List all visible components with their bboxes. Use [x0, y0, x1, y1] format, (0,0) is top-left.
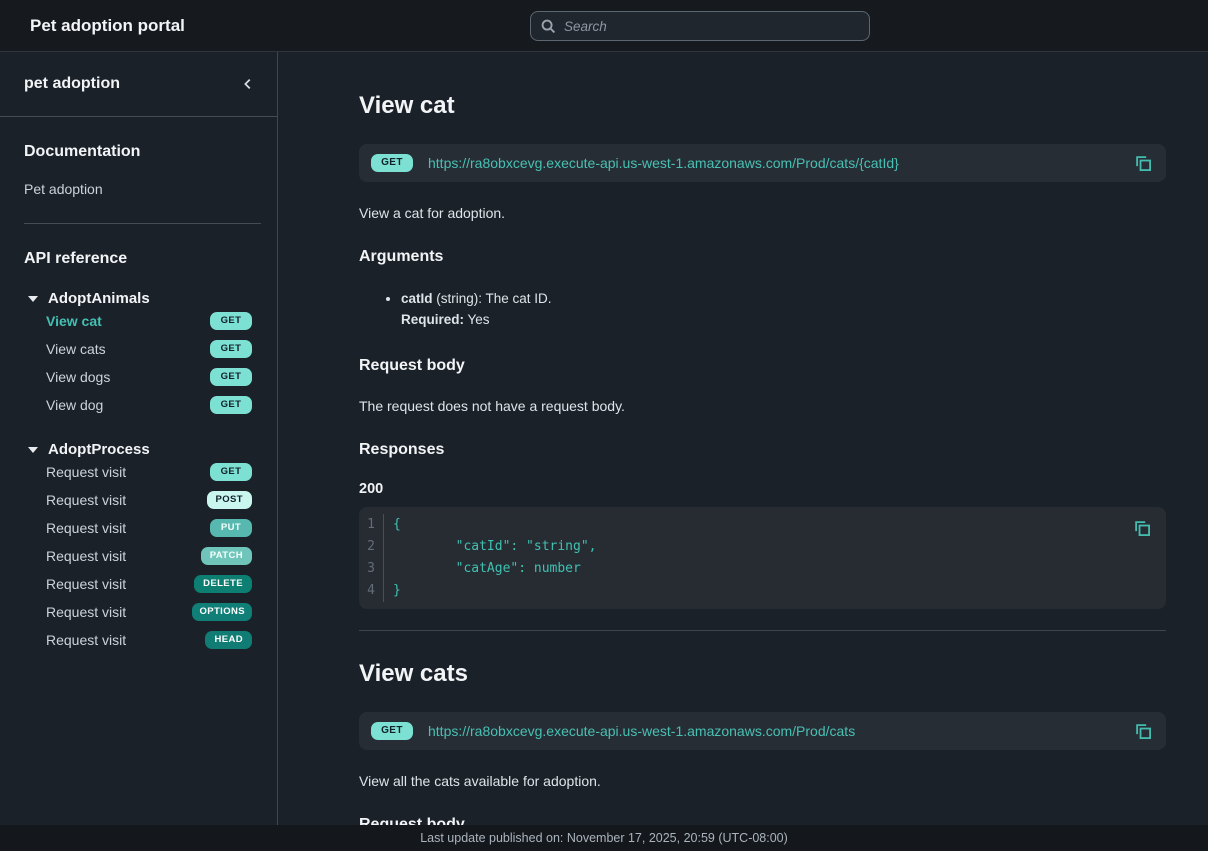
method-badge-delete: DELETE [194, 575, 252, 593]
line-number: 2 [365, 536, 375, 558]
arguments-heading: Arguments [359, 248, 1166, 266]
line-number: 3 [365, 558, 375, 580]
sidebar-item-view-cats[interactable]: View cats GET [46, 335, 252, 363]
sidebar-item-request-visit-get[interactable]: Request visit GET [46, 458, 252, 486]
method-badge-options: OPTIONS [192, 603, 252, 621]
sidebar-item-request-visit-delete[interactable]: Request visit DELETE [46, 570, 252, 598]
code-line: { [393, 514, 597, 536]
nav-item-label[interactable]: Request visit [46, 576, 126, 592]
code-line-numbers: 1 2 3 4 [359, 514, 384, 602]
arguments-list: catId (string): The cat ID. Required: Ye… [401, 288, 1166, 330]
section-title-view-cats: View cats [359, 660, 1166, 688]
search-icon [541, 19, 556, 34]
method-badge-head: HEAD [205, 631, 252, 649]
sidebar-item-view-cat[interactable]: View cat GET [46, 307, 252, 335]
method-badge-patch: PATCH [201, 547, 252, 565]
search-input[interactable] [564, 19, 859, 34]
request-body-heading: Request body [359, 357, 1166, 375]
method-badge-get: GET [371, 154, 413, 172]
copy-icon[interactable] [1134, 520, 1151, 537]
collapse-panel-icon[interactable] [241, 76, 255, 92]
nav-item-label[interactable]: Request visit [46, 604, 126, 620]
main-content: View cat GET https://ra8obxcevg.execute-… [278, 52, 1208, 851]
triangle-down-icon [28, 296, 38, 302]
method-badge-get: GET [210, 340, 252, 358]
copy-icon[interactable] [1135, 155, 1152, 172]
nav-item-label[interactable]: View cats [46, 341, 106, 357]
argument-required-label: Required: [401, 312, 464, 327]
sidebar-item-request-visit-post[interactable]: Request visit POST [46, 486, 252, 514]
sidebar-group-adoptprocess[interactable]: AdoptProcess [28, 441, 253, 458]
endpoint-url-link[interactable]: https://ra8obxcevg.execute-api.us-west-1… [428, 723, 1120, 739]
request-body-text: The request does not have a request body… [359, 398, 1166, 414]
section-description: View a cat for adoption. [359, 205, 1166, 221]
sidebar-item-view-dog[interactable]: View dog GET [46, 391, 252, 419]
sidebar-item-request-visit-patch[interactable]: Request visit PATCH [46, 542, 252, 570]
method-badge-put: PUT [210, 519, 252, 537]
sidebar-item-view-dogs[interactable]: View dogs GET [46, 363, 252, 391]
triangle-down-icon [28, 447, 38, 453]
endpoint-bar: GET https://ra8obxcevg.execute-api.us-we… [359, 712, 1166, 750]
response-status-code: 200 [359, 481, 1166, 497]
argument-required-value: Yes [464, 312, 490, 327]
code-line: } [393, 580, 597, 602]
nav-item-label[interactable]: View dog [46, 397, 103, 413]
search-box[interactable] [530, 11, 870, 41]
line-number: 4 [365, 580, 375, 602]
sidebar-item-request-visit-options[interactable]: Request visit OPTIONS [46, 598, 252, 626]
method-badge-get: GET [210, 396, 252, 414]
nav-item-label[interactable]: Request visit [46, 520, 126, 536]
sidebar-item-request-visit-put[interactable]: Request visit PUT [46, 514, 252, 542]
side-navigation: pet adoption Documentation Pet adoption … [0, 52, 278, 851]
nav-item-label[interactable]: Request visit [46, 492, 126, 508]
response-code-block: 1 2 3 4 { "catId": "string", "catAge": n… [359, 507, 1166, 609]
line-number: 1 [365, 514, 375, 536]
group-name: AdoptAnimals [48, 290, 150, 307]
group-name: AdoptProcess [48, 441, 150, 458]
api-reference-heading: API reference [24, 250, 253, 268]
sidebar-group-adoptanimals[interactable]: AdoptAnimals [28, 290, 253, 307]
method-badge-get: GET [210, 368, 252, 386]
side-panel-header: pet adoption [0, 52, 277, 117]
section-divider [359, 630, 1166, 631]
sidebar-item-pet-adoption[interactable]: Pet adoption [24, 181, 253, 197]
method-badge-get: GET [210, 463, 252, 481]
argument-item: catId (string): The cat ID. Required: Ye… [401, 288, 1166, 330]
nav-item-label[interactable]: Request visit [46, 548, 126, 564]
responses-heading: Responses [359, 441, 1166, 459]
method-badge-get: GET [371, 722, 413, 740]
sidebar-item-request-visit-head[interactable]: Request visit HEAD [46, 626, 252, 654]
endpoint-bar: GET https://ra8obxcevg.execute-api.us-we… [359, 144, 1166, 182]
footer-bar: Last update published on: November 17, 2… [0, 825, 1208, 851]
portal-title: Pet adoption portal [30, 16, 185, 36]
section-description: View all the cats available for adoption… [359, 773, 1166, 789]
argument-name: catId [401, 291, 433, 306]
endpoint-url-link[interactable]: https://ra8obxcevg.execute-api.us-west-1… [428, 155, 1120, 171]
nav-item-label[interactable]: View cat [46, 313, 102, 329]
code-lines: { "catId": "string", "catAge": number } [384, 514, 597, 602]
side-panel-title: pet adoption [24, 75, 120, 93]
method-badge-get: GET [210, 312, 252, 330]
argument-desc: (string): The cat ID. [433, 291, 552, 306]
nav-item-label[interactable]: Request visit [46, 632, 126, 648]
sidebar-divider [24, 223, 261, 224]
section-title-view-cat: View cat [359, 92, 1166, 120]
last-update-text: Last update published on: November 17, 2… [420, 831, 788, 845]
code-line: "catId": "string", [393, 536, 597, 558]
documentation-heading: Documentation [24, 143, 253, 161]
nav-item-label[interactable]: Request visit [46, 464, 126, 480]
copy-icon[interactable] [1135, 723, 1152, 740]
top-header: Pet adoption portal [0, 0, 1208, 52]
nav-item-label[interactable]: View dogs [46, 369, 110, 385]
method-badge-post: POST [207, 491, 252, 509]
code-line: "catAge": number [393, 558, 597, 580]
